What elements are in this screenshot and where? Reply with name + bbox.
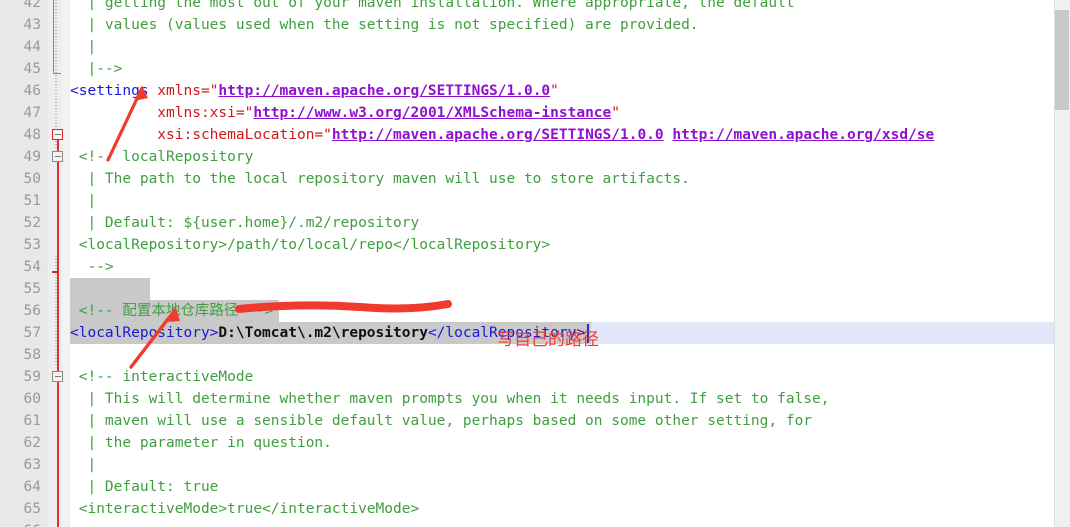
code-token-cmt: -->	[70, 523, 113, 527]
code-token-q: "	[611, 105, 620, 121]
code-line[interactable]: |	[70, 454, 96, 476]
code-token-url: http://maven.apache.org/xsd/se	[672, 127, 935, 143]
code-line[interactable]: | the parameter in question.	[70, 432, 332, 454]
line-number: 42	[23, 0, 41, 11]
line-number: 62	[23, 435, 41, 451]
line-number: 43	[23, 17, 41, 33]
line-number: 49	[23, 149, 41, 165]
fold-toggle-icon[interactable]	[52, 371, 63, 382]
code-token-cmt: |	[70, 39, 97, 55]
line-number: 60	[23, 391, 41, 407]
code-token-q: "	[550, 83, 559, 99]
code-line[interactable]: <!-- localRepository	[70, 146, 254, 168]
line-number: 58	[23, 347, 41, 363]
fold-region-bracket	[53, 0, 61, 74]
code-line[interactable]: -->	[70, 256, 114, 278]
line-number: 46	[23, 83, 41, 99]
code-token-url: http://maven.apache.org/SETTINGS/1.0.0	[331, 127, 664, 143]
code-line[interactable]: | Default: true	[70, 476, 218, 498]
line-number: 56	[23, 303, 41, 319]
code-line[interactable]: | maven will use a sensible default valu…	[70, 410, 812, 432]
line-number: 55	[23, 281, 41, 297]
line-number: 45	[23, 61, 41, 77]
fold-region-end-tick	[52, 271, 59, 273]
line-number: 64	[23, 479, 41, 495]
line-number: 47	[23, 105, 41, 121]
code-line[interactable]: | This will determine whether maven prom…	[70, 388, 830, 410]
line-number: 66	[4, 520, 48, 527]
code-editor[interactable]: 42 43 44 45 46 47 48 49 50 51 52 53 54 55 56 57 58 59 60 61…	[0, 0, 1070, 527]
annotation-note-text: 写自己的路径	[497, 330, 599, 350]
line-number: 48	[23, 127, 41, 143]
code-token-attr: xsi:schemaLocation=	[70, 127, 324, 143]
code-token-cmt: <!-- 配置本地仓库路径 -->	[70, 303, 274, 319]
code-line[interactable]: |	[70, 190, 96, 212]
vertical-scrollbar[interactable]	[1054, 0, 1070, 527]
fold-toggle-icon[interactable]	[52, 129, 63, 140]
line-number: 52	[23, 215, 41, 231]
line-number: 63	[23, 457, 41, 473]
code-line[interactable]: <!-- 配置本地仓库路径 -->	[70, 300, 274, 322]
code-line[interactable]: | The path to the local repository maven…	[70, 168, 690, 190]
line-number: 44	[23, 39, 41, 55]
code-token-cmt: <interactiveMode>true</interactiveMode>	[70, 501, 420, 517]
line-number: 53	[23, 237, 41, 253]
code-token-cmt: |	[70, 457, 97, 473]
line-number: 59	[23, 369, 41, 385]
line-number: 51	[23, 193, 41, 209]
code-token-cmt: | getting the most out of your maven ins…	[70, 0, 795, 11]
line-number: 50	[23, 171, 41, 187]
line-number: 61	[23, 413, 41, 429]
code-token-cmt: <localRepository>/path/to/local/repo</lo…	[70, 237, 551, 253]
code-token-cmt: <!-- localRepository	[70, 149, 254, 165]
code-content[interactable]: | getting the most out of your maven ins…	[70, 0, 1054, 527]
code-line[interactable]: |	[70, 36, 96, 58]
code-token-attr: xmlns=	[148, 83, 210, 99]
code-line[interactable]: | Default: ${user.home}/.m2/repository	[70, 212, 419, 234]
code-line[interactable]: xsi:schemaLocation="http://maven.apache.…	[70, 124, 934, 146]
code-line[interactable]: <settings xmlns= "http://maven.apache.org…	[70, 80, 559, 102]
code-token-cmt: | This will determine whether maven prom…	[70, 391, 830, 407]
code-line[interactable]: | values (values used when the setting i…	[70, 14, 699, 36]
code-token-attr: xmlns:xsi=	[70, 105, 245, 121]
fold-toggle-icon[interactable]	[52, 151, 63, 162]
code-token-tag: <localRepository>	[70, 325, 219, 341]
code-token-cmt: <!-- interactiveMode	[70, 369, 254, 385]
code-token-cmt: | Default: true	[70, 479, 219, 495]
code-line[interactable]: <interactiveMode>true</interactiveMode>	[70, 498, 419, 520]
vertical-scrollbar-thumb[interactable]	[1055, 10, 1069, 110]
code-line[interactable]: -->	[70, 520, 113, 527]
code-line[interactable]: |-->	[70, 58, 122, 80]
code-token-cmt: | Default: ${user.home}/.m2/repository	[70, 215, 420, 231]
code-token-val: D:\Tomcat\.m2\repository	[218, 325, 428, 341]
line-number: 65	[23, 501, 41, 517]
code-token-tag: <settings	[70, 83, 149, 99]
code-token-cmt: | values (values used when the setting i…	[70, 17, 699, 33]
code-token-q: "	[323, 127, 332, 143]
code-token-cmt: | The path to the local repository maven…	[70, 171, 690, 187]
code-token-url: http://www.w3.org/2001/XMLSchema-instanc…	[253, 105, 612, 121]
code-token-cmt: | maven will use a sensible default valu…	[70, 413, 813, 429]
line-number: 57	[23, 325, 41, 341]
code-line[interactable]: xmlns:xsi= "http://www.w3.org/2001/XMLSch…	[70, 102, 620, 124]
code-token-cmt: -->	[70, 259, 114, 275]
code-token-cmt: |-->	[70, 61, 123, 77]
code-token-url: http://maven.apache.org/SETTINGS/1.0.0	[218, 83, 551, 99]
line-numbers: 42 43 44 45 46 47 48 49 50 51 52 53 54 55 56 57 58 59 60 61…	[0, 0, 48, 527]
code-line[interactable]: <!-- interactiveMode	[70, 366, 254, 388]
code-token-cmt: |	[70, 193, 97, 209]
modified-lines-change-bar[interactable]	[57, 130, 59, 527]
code-line[interactable]: <localRepository>/path/to/local/repo</lo…	[70, 234, 550, 256]
line-number: 54	[23, 259, 41, 275]
code-token-cmt: | the parameter in question.	[70, 435, 332, 451]
change-marker-gutter	[62, 0, 70, 527]
code-line[interactable]: | getting the most out of your maven ins…	[70, 0, 795, 14]
